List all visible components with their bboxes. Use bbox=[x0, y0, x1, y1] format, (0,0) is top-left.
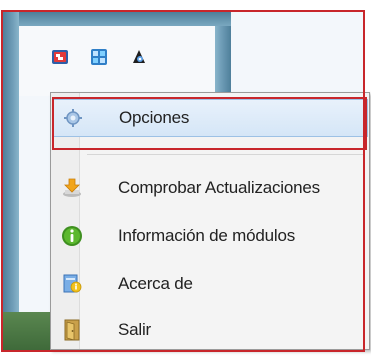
menu-item-label: Acerca de bbox=[118, 274, 193, 293]
menu-item-salir[interactable]: Salir bbox=[52, 311, 368, 349]
tray-panel bbox=[19, 26, 215, 96]
menu-item-label: Salir bbox=[118, 320, 152, 339]
menu-separator bbox=[87, 154, 365, 155]
menu-item-acerca-de[interactable]: Acerca de bbox=[52, 265, 368, 303]
menu-item-comprobar-actualizaciones[interactable]: Comprobar Actualizaciones bbox=[52, 169, 368, 207]
menu-item-label: Opciones bbox=[119, 108, 190, 127]
tray-border-top bbox=[19, 12, 231, 26]
taskbar-strip bbox=[3, 312, 53, 350]
door-icon bbox=[61, 319, 83, 341]
download-icon bbox=[61, 177, 83, 199]
tray-border-left bbox=[3, 12, 19, 350]
menu-item-informacion-modulos[interactable]: Información de módulos bbox=[52, 217, 368, 255]
info-icon bbox=[61, 225, 83, 247]
about-icon bbox=[61, 273, 83, 295]
tool-icon[interactable] bbox=[51, 48, 69, 66]
network-icon[interactable] bbox=[90, 48, 108, 66]
media-icon[interactable] bbox=[130, 48, 148, 66]
menu-item-opciones[interactable]: Opciones bbox=[52, 99, 368, 137]
menu-item-label: Información de módulos bbox=[118, 226, 296, 245]
context-menu: Opciones Comprobar Actualizaciones Infor… bbox=[50, 92, 370, 350]
tray-border-right bbox=[215, 26, 231, 96]
menu-item-label: Comprobar Actualizaciones bbox=[118, 178, 320, 197]
gear-icon bbox=[62, 107, 84, 129]
